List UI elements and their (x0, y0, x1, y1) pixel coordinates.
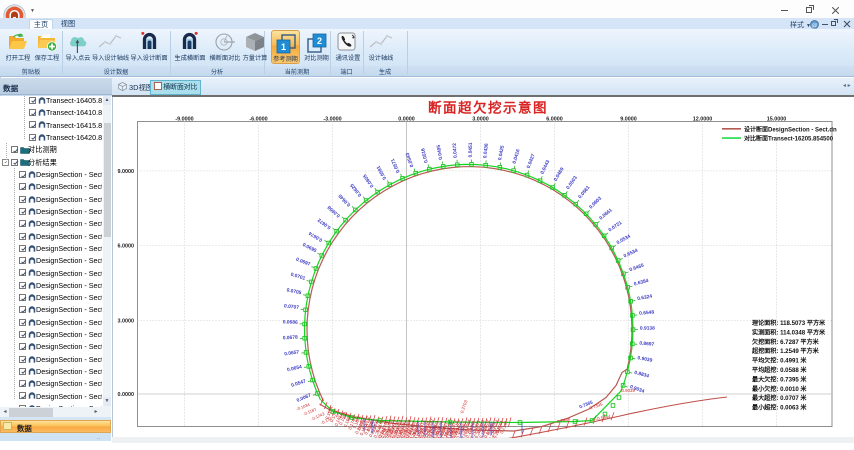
svg-text:超挖面积: 1.2549 平方米: 超挖面积: 1.2549 平方米 (751, 347, 820, 355)
svg-text:0.0661: 0.0661 (598, 207, 614, 221)
svg-text:@: @ (812, 21, 818, 28)
svg-text:-3.0000: -3.0000 (323, 116, 341, 122)
svg-text:理论面积: 118.5073 平方米: 理论面积: 118.5073 平方米 (752, 319, 826, 327)
svg-text:0.0674: 0.0674 (308, 229, 324, 242)
svg-text:0.0605: 0.0605 (362, 172, 375, 188)
svg-text:0.0427: 0.0427 (526, 152, 537, 168)
svg-text:-9.0000: -9.0000 (175, 116, 193, 122)
svg-text:-0.7446: -0.7446 (555, 416, 571, 424)
svg-text:0.6465: 0.6465 (629, 262, 645, 273)
svg-text:0.0658: 0.0658 (326, 203, 341, 218)
svg-text:实测面积: 114.0348 平方米: 实测面积: 114.0348 平方米 (752, 328, 826, 336)
svg-text:平均欠挖: 0.4991 米: 平均欠挖: 0.4991 米 (752, 356, 807, 364)
svg-text:9.0000: 9.0000 (118, 168, 135, 174)
svg-text:0.0721: 0.0721 (608, 219, 624, 233)
svg-text:0.0436: 0.0436 (482, 142, 490, 158)
svg-text:0.0472: 0.0472 (452, 142, 459, 158)
svg-text:0.0705: 0.0705 (286, 287, 302, 296)
svg-text:0.0416: 0.0416 (512, 148, 522, 164)
svg-text:12.0000: 12.0000 (693, 116, 713, 122)
svg-text:0.0657: 0.0657 (284, 349, 300, 357)
svg-text:0.0571: 0.0571 (390, 157, 402, 173)
svg-text:0.0695: 0.0695 (301, 242, 317, 254)
svg-text:0.0534: 0.0534 (616, 233, 632, 246)
svg-text:最小超挖: 0.0063 米: 最小超挖: 0.0063 米 (752, 403, 807, 411)
svg-text:0.0672: 0.0672 (316, 216, 332, 230)
svg-text:0.0000: 0.0000 (118, 392, 135, 398)
svg-text:0.0443: 0.0443 (539, 159, 551, 175)
svg-text:0.8697: 0.8697 (639, 340, 655, 347)
svg-text:6.0000: 6.0000 (546, 116, 563, 122)
svg-text:0.9039: 0.9039 (637, 355, 653, 364)
svg-text:0.0469: 0.0469 (553, 166, 566, 182)
svg-text:0.6384: 0.6384 (633, 277, 649, 287)
svg-text:0.0561: 0.0561 (577, 184, 591, 199)
svg-text:0.0686: 0.0686 (283, 319, 298, 325)
svg-text:设计断面DesignSection - Sect.dn: 设计断面DesignSection - Sect.dn (744, 125, 837, 133)
svg-text:0.0707: 0.0707 (284, 303, 300, 311)
svg-text:0.0701: 0.0701 (290, 271, 306, 281)
svg-text:0.0503: 0.0503 (565, 174, 579, 190)
svg-text:0.6548: 0.6548 (639, 309, 655, 316)
svg-text:最小欠挖: 0.0010 米: 最小欠挖: 0.0010 米 (752, 384, 807, 392)
svg-text:0.0645: 0.0645 (337, 192, 352, 207)
svg-text:0.2703: 0.2703 (459, 398, 468, 413)
svg-text:3.0000: 3.0000 (118, 318, 135, 324)
svg-text:0.0516: 0.0516 (420, 147, 429, 163)
svg-text:15.0000: 15.0000 (767, 116, 787, 122)
svg-text:6.0000: 6.0000 (118, 243, 135, 249)
svg-text:平均超挖: 0.0588 米: 平均超挖: 0.0588 米 (752, 366, 807, 374)
svg-text:0.0625: 0.0625 (349, 181, 363, 197)
svg-text:0.0425: 0.0425 (497, 144, 506, 160)
svg-text:1: 1 (280, 42, 285, 52)
svg-text:0.6324: 0.6324 (637, 293, 653, 301)
svg-text:最大超挖: 0.0707 米: 最大超挖: 0.0707 米 (752, 394, 807, 402)
svg-text:0.0603: 0.0603 (588, 195, 603, 210)
svg-text:断面超欠挖示意图: 断面超欠挖示意图 (428, 99, 548, 115)
svg-text:0.0495: 0.0495 (436, 144, 444, 160)
svg-text:3.0000: 3.0000 (472, 116, 489, 122)
svg-text:0.8834: 0.8834 (633, 369, 649, 379)
svg-text:0.9138: 0.9138 (640, 325, 655, 331)
svg-text:0.0547: 0.0547 (291, 378, 307, 388)
svg-text:9.0000: 9.0000 (620, 116, 637, 122)
svg-text:最大欠挖: 0.7395 米: 最大欠挖: 0.7395 米 (752, 375, 807, 383)
svg-text:0.0654: 0.0654 (287, 364, 303, 373)
svg-text:0.0678: 0.0678 (283, 334, 299, 341)
svg-text:0.0591: 0.0591 (376, 164, 389, 180)
svg-text:0.6534: 0.6534 (623, 247, 639, 259)
svg-text:欠挖面积: 6.7287 平方米: 欠挖面积: 6.7287 平方米 (752, 337, 820, 345)
svg-text:0.0000: 0.0000 (398, 116, 415, 122)
svg-text:对比断面Transect-16205.854500: 对比断面Transect-16205.854500 (744, 134, 834, 142)
svg-text:0.0697: 0.0697 (295, 256, 311, 267)
svg-text:-6.0000: -6.0000 (249, 116, 267, 122)
svg-text:2: 2 (316, 36, 321, 46)
svg-text:0.0451: 0.0451 (468, 142, 474, 157)
svg-text:-0.9039: -0.9039 (620, 388, 635, 393)
